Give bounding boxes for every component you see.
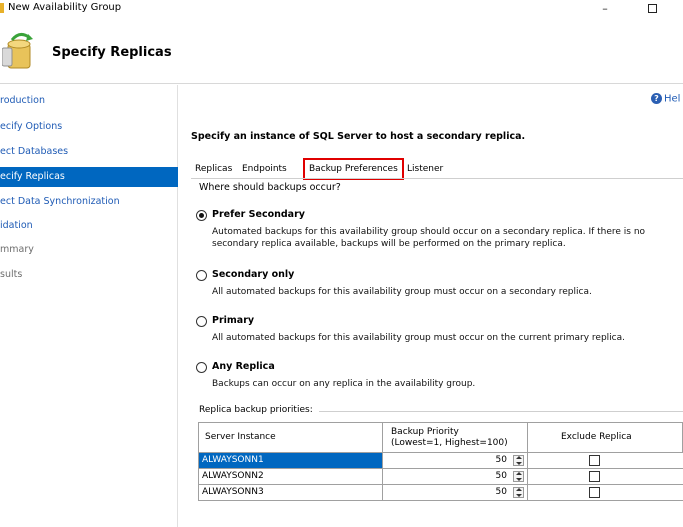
spinner-icon[interactable] (513, 455, 524, 466)
exclude-cell[interactable] (528, 469, 683, 484)
nav-item-specify-replicas[interactable]: ecify Replicas (0, 167, 178, 187)
prefer-secondary-radio[interactable] (196, 210, 207, 221)
nav-item-results: sults (0, 269, 23, 280)
secondary-only-label[interactable]: Secondary only (212, 269, 294, 280)
exclude-cell[interactable] (528, 485, 683, 500)
grid-header: Server Instance Backup Priority (Lowest=… (198, 422, 683, 453)
priorities-divider (319, 411, 683, 412)
instruction-text: Specify an instance of SQL Server to hos… (191, 131, 526, 142)
backup-question: Where should backups occur? (199, 182, 341, 193)
secondary-only-radio[interactable] (196, 270, 207, 281)
priorities-label: Replica backup priorities: (199, 405, 313, 415)
any-replica-description: Backups can occur on any replica in the … (212, 379, 476, 389)
page-title: Specify Replicas (52, 45, 172, 60)
tab-listener[interactable]: Listener (403, 162, 447, 178)
tab-replicas[interactable]: Replicas (191, 162, 236, 178)
maximize-icon (647, 4, 657, 13)
priority-value[interactable]: 50 (496, 455, 507, 465)
table-row[interactable]: ALWAYSONN1 50 (198, 453, 683, 469)
primary-label[interactable]: Primary (212, 315, 254, 326)
table-row[interactable]: ALWAYSONN2 50 (198, 469, 683, 485)
prefer-secondary-description: Automated backups for this availability … (212, 227, 646, 249)
tab-divider (191, 178, 683, 179)
column-header-exclude: Exclude Replica (561, 432, 632, 442)
nav-item-specify-options[interactable]: ecify Options (0, 117, 178, 137)
wizard-navigation: roduction ecify Options ect Databases ec… (0, 85, 178, 527)
exclude-checkbox[interactable] (589, 455, 600, 466)
priority-cell[interactable]: 50 (383, 453, 528, 468)
app-icon (0, 3, 4, 13)
exclude-checkbox[interactable] (589, 471, 600, 482)
priority-cell[interactable]: 50 (383, 485, 528, 500)
help-link[interactable]: ? Hel (651, 93, 680, 105)
server-cell[interactable]: ALWAYSONN2 (199, 469, 383, 484)
server-cell[interactable]: ALWAYSONN1 (199, 453, 383, 468)
primary-radio[interactable] (196, 316, 207, 327)
server-cell[interactable]: ALWAYSONN3 (199, 485, 383, 500)
minimize-icon: – (602, 2, 608, 15)
tab-backup-preferences[interactable]: Backup Preferences (303, 158, 404, 180)
secondary-only-description: All automated backups for this availabil… (212, 287, 592, 297)
nav-item-introduction[interactable]: roduction (0, 91, 178, 111)
table-row[interactable]: ALWAYSONN3 50 (198, 485, 683, 501)
title-bar: New Availability Group – (0, 0, 683, 18)
primary-description: All automated backups for this availabil… (212, 333, 626, 343)
maximize-button[interactable] (632, 0, 672, 18)
spinner-icon[interactable] (513, 471, 524, 482)
nav-item-summary: mmary (0, 244, 34, 255)
priority-header-line2: (Lowest=1, Highest=100) (391, 438, 508, 448)
column-header-priority: Backup Priority (Lowest=1, Highest=100) (383, 423, 528, 453)
any-replica-label[interactable]: Any Replica (212, 361, 275, 372)
main-content: ? Hel Specify an instance of SQL Server t… (179, 85, 683, 527)
help-label: Hel (664, 93, 681, 105)
priority-header-line1: Backup Priority (391, 427, 459, 437)
nav-item-validation[interactable]: idation (0, 216, 178, 236)
priority-cell[interactable]: 50 (383, 469, 528, 484)
tab-endpoints[interactable]: Endpoints (238, 162, 291, 178)
priority-value[interactable]: 50 (496, 487, 507, 497)
column-header-server: Server Instance (199, 423, 383, 453)
minimize-button[interactable]: – (585, 0, 625, 18)
any-replica-radio[interactable] (196, 362, 207, 373)
window-title: New Availability Group (8, 2, 122, 13)
prefer-secondary-label[interactable]: Prefer Secondary (212, 209, 305, 220)
exclude-checkbox[interactable] (589, 487, 600, 498)
help-icon: ? (651, 93, 662, 104)
wizard-server-icon (2, 33, 33, 69)
spinner-icon[interactable] (513, 487, 524, 498)
exclude-cell[interactable] (528, 453, 683, 468)
nav-item-select-data-sync[interactable]: ect Data Synchronization (0, 192, 178, 212)
wizard-header: Specify Replicas (0, 18, 683, 84)
priority-value[interactable]: 50 (496, 471, 507, 481)
nav-item-select-databases[interactable]: ect Databases (0, 142, 178, 162)
